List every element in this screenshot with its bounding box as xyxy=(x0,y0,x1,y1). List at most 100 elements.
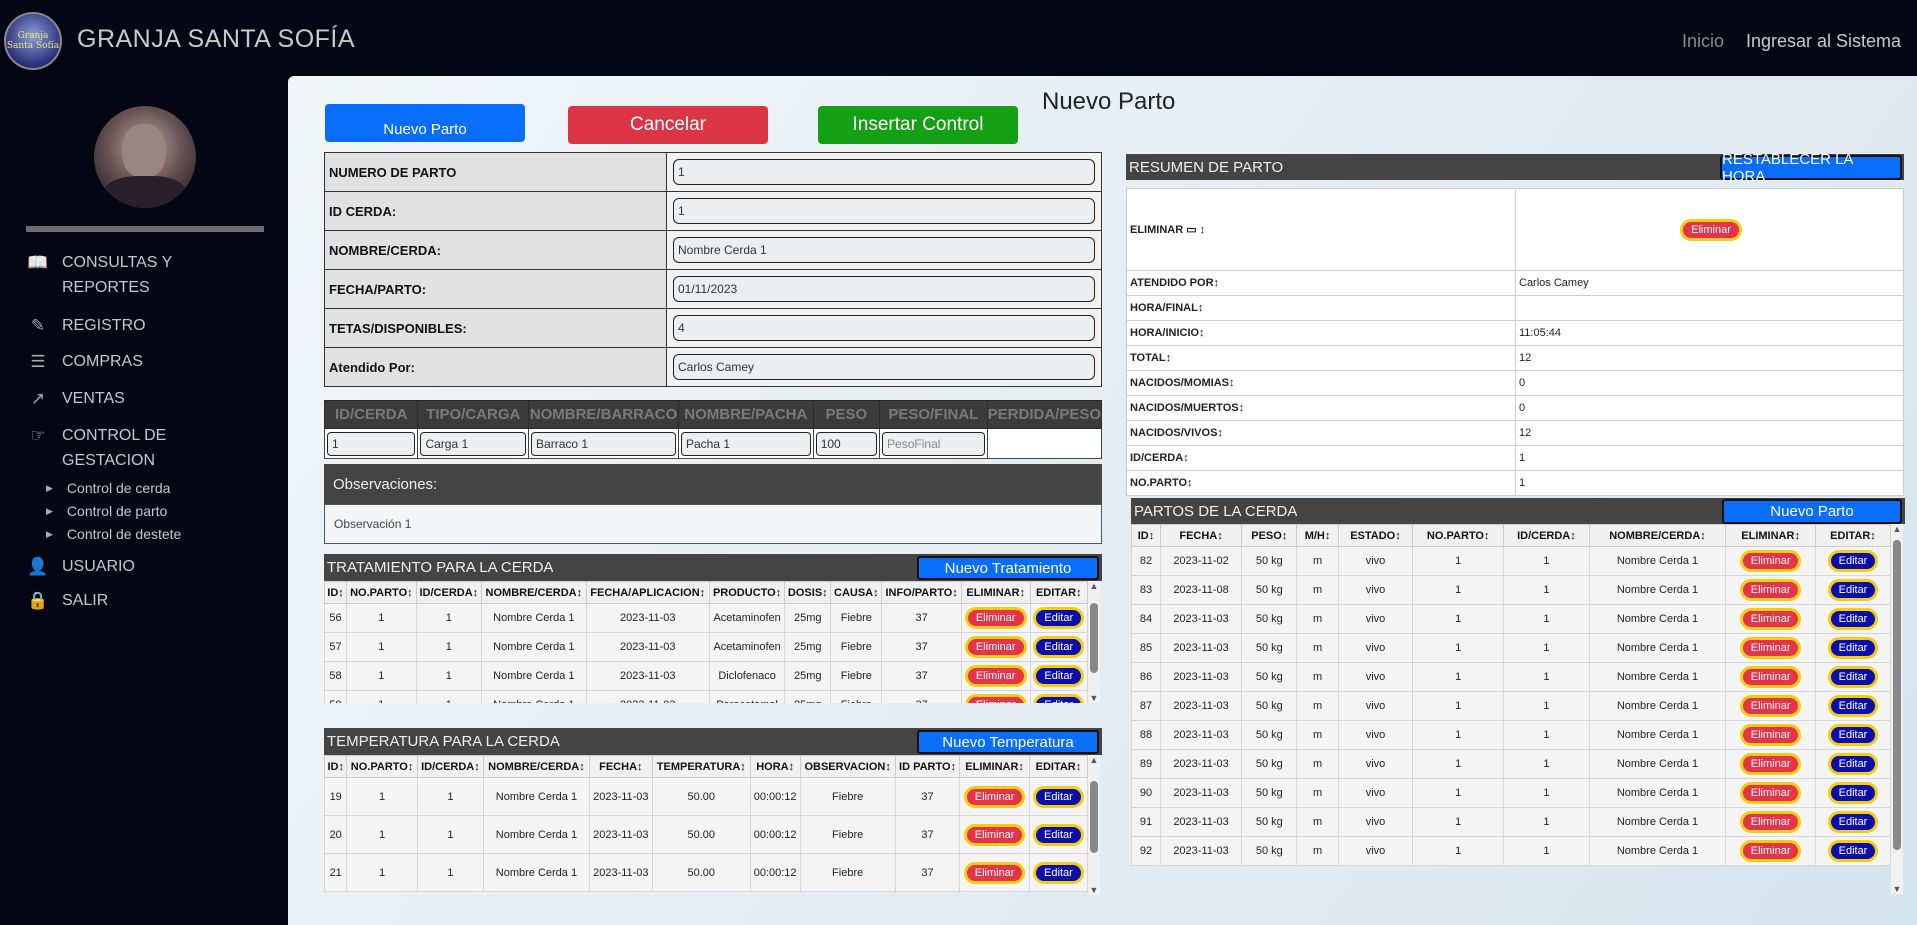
table-cell: 50 kg xyxy=(1241,836,1298,866)
scroll-down-icon[interactable]: ▼ xyxy=(1088,693,1100,703)
eliminar-button[interactable]: Eliminar xyxy=(963,785,1026,808)
scroll-up-icon[interactable]: ▲ xyxy=(1891,524,1903,534)
id-cerda-input[interactable]: 1 xyxy=(673,198,1095,224)
table-cell: vivo xyxy=(1337,633,1414,663)
editar-button[interactable]: Editar xyxy=(1033,861,1084,884)
eliminar-button[interactable]: Eliminar xyxy=(1739,579,1802,601)
table-cell: vivo xyxy=(1337,662,1414,692)
table-cell: 19 xyxy=(324,777,348,816)
editar-button[interactable]: Editar xyxy=(1033,665,1085,687)
book-icon: 📖 xyxy=(27,252,49,272)
sidebar-item-gestacion[interactable]: ☞ CONTROL DE GESTACION xyxy=(26,423,166,473)
editar-button[interactable]: Editar xyxy=(1033,823,1084,846)
scroll-up-icon[interactable]: ▲ xyxy=(1088,755,1100,765)
nuevo-parto-button[interactable]: Nuevo Parto xyxy=(325,104,525,142)
eliminar-button[interactable]: Eliminar xyxy=(1739,724,1802,746)
eliminar-button[interactable]: Eliminar xyxy=(1739,550,1802,572)
table-cell: 2023-11-03 xyxy=(585,632,710,662)
tipo-carga-input[interactable]: Carga 1 xyxy=(420,431,527,456)
resumen-key: ATENDIDO POR↕ xyxy=(1126,270,1516,296)
eliminar-cell: Eliminar xyxy=(1725,546,1816,576)
fecha-parto-input[interactable]: 01/11/2023 xyxy=(673,276,1095,302)
editar-button[interactable]: Editar xyxy=(1827,753,1879,775)
editar-button[interactable]: Editar xyxy=(1827,782,1879,804)
numero-parto-input[interactable]: 1 xyxy=(673,159,1095,185)
editar-button[interactable]: Editar xyxy=(1827,840,1879,862)
nuevo-parto-list-button[interactable]: Nuevo Parto xyxy=(1722,499,1902,524)
eliminar-cell: Eliminar xyxy=(1725,749,1816,779)
scroll-up-icon[interactable]: ▲ xyxy=(1088,581,1100,591)
editar-button[interactable]: Editar xyxy=(1827,608,1879,630)
partos-scrollbar[interactable]: ▲ ▼ xyxy=(1891,524,1903,894)
nav-login-link[interactable]: Ingresar al Sistema xyxy=(1746,31,1901,52)
sidebar-item-usuario[interactable]: 👤 USUARIO xyxy=(26,554,135,579)
nombre-cerda-input[interactable]: Nombre Cerda 1 xyxy=(673,237,1095,263)
editar-button[interactable]: Editar xyxy=(1827,550,1879,572)
table-cell: 50.00 xyxy=(651,815,751,854)
table-cell: vivo xyxy=(1337,604,1414,634)
table-cell: 1 xyxy=(1412,575,1505,605)
farm-logo[interactable]: Granja Santa Sofía xyxy=(4,12,62,70)
section-title: RESUMEN DE PARTO xyxy=(1129,158,1284,176)
editar-button[interactable]: Editar xyxy=(1827,724,1879,746)
eliminar-button[interactable]: Eliminar xyxy=(1739,695,1802,717)
sidebar-item-compras[interactable]: ☰ COMPRAS xyxy=(26,349,143,374)
sidebar-item-label: SALIR xyxy=(62,592,109,609)
nav-inicio-link[interactable]: Inicio xyxy=(1682,31,1724,52)
tetas-input[interactable]: 4 xyxy=(673,315,1095,341)
eliminar-button[interactable]: Eliminar xyxy=(964,607,1027,629)
eliminar-button[interactable]: Eliminar xyxy=(964,636,1027,658)
editar-button[interactable]: Editar xyxy=(1033,785,1084,808)
eliminar-button[interactable]: Eliminar xyxy=(1739,608,1802,630)
eliminar-button[interactable]: Eliminar xyxy=(963,823,1026,846)
eliminar-resumen-button[interactable]: Eliminar xyxy=(1680,218,1742,241)
atendido-por-input[interactable]: Carlos Camey xyxy=(673,354,1095,380)
table-cell: 87 xyxy=(1131,691,1161,721)
column-header: HORA↕ xyxy=(749,755,801,778)
editar-button[interactable]: Editar xyxy=(1827,811,1879,833)
editar-button[interactable]: Editar xyxy=(1827,579,1879,601)
editar-button[interactable]: Editar xyxy=(1827,666,1879,688)
submenu-control-destete[interactable]: ▶ Control de destete xyxy=(46,526,181,542)
eliminar-button[interactable]: Eliminar xyxy=(1739,840,1802,862)
temperatura-scrollbar[interactable]: ▲ ▼ xyxy=(1088,755,1100,895)
sidebar-item-registro[interactable]: ✎ REGISTRO xyxy=(26,313,146,338)
eliminar-button[interactable]: Eliminar xyxy=(1739,811,1802,833)
editar-button[interactable]: Editar xyxy=(1033,636,1085,658)
eliminar-button[interactable]: Eliminar xyxy=(964,665,1027,687)
peso-input[interactable]: 100 xyxy=(815,431,878,456)
editar-button[interactable]: Editar xyxy=(1827,637,1879,659)
editar-button[interactable]: Editar xyxy=(1033,607,1085,629)
eliminar-button[interactable]: Eliminar xyxy=(1739,637,1802,659)
barraco-input[interactable]: Barraco 1 xyxy=(531,431,676,456)
eliminar-button[interactable]: Eliminar xyxy=(1739,782,1802,804)
submenu-control-parto[interactable]: ▶ Control de parto xyxy=(46,503,167,519)
cancelar-button[interactable]: Cancelar xyxy=(568,106,768,144)
eliminar-button[interactable]: Eliminar xyxy=(963,861,1026,884)
eliminar-button[interactable]: Eliminar xyxy=(1739,753,1802,775)
table-cell: Fiebre xyxy=(799,815,896,854)
column-header: PRODUCTO↕ xyxy=(708,581,786,604)
nuevo-temperatura-button[interactable]: Nuevo Temperatura xyxy=(917,730,1099,754)
scroll-down-icon[interactable]: ▼ xyxy=(1088,885,1100,895)
pacha-input[interactable]: Pacha 1 xyxy=(680,431,811,456)
tratamiento-scrollbar[interactable]: ▲ ▼ xyxy=(1088,581,1100,703)
eliminar-button[interactable]: Eliminar xyxy=(964,694,1027,703)
observaciones-field[interactable]: Observación 1 xyxy=(324,504,1102,544)
sidebar-item-salir[interactable]: 🔒 SALIR xyxy=(26,588,108,613)
eliminar-button[interactable]: Eliminar xyxy=(1739,666,1802,688)
restablecer-hora-button[interactable]: RESTABLECER LA HORA xyxy=(1720,151,1902,185)
column-header: NO.PARTO↕ xyxy=(346,581,417,604)
sidebar-item-ventas[interactable]: ↗ VENTAS xyxy=(26,386,125,411)
carga-id-input[interactable]: 1 xyxy=(327,431,416,456)
editar-button[interactable]: Editar xyxy=(1827,695,1879,717)
nuevo-tratamiento-button[interactable]: Nuevo Tratamiento xyxy=(917,556,1099,580)
peso-final-input[interactable]: PesoFinal xyxy=(882,431,985,456)
insertar-control-button[interactable]: Insertar Control xyxy=(818,106,1018,144)
brand-title[interactable]: GRANJA SANTA SOFÍA xyxy=(77,25,355,54)
editar-cell: Editar xyxy=(1814,633,1891,663)
submenu-control-cerda[interactable]: ▶ Control de cerda xyxy=(46,480,170,496)
editar-button[interactable]: Editar xyxy=(1033,694,1085,703)
scroll-down-icon[interactable]: ▼ xyxy=(1891,884,1903,894)
sidebar-item-consultas[interactable]: 📖 CONSULTAS Y REPORTES xyxy=(26,250,172,300)
